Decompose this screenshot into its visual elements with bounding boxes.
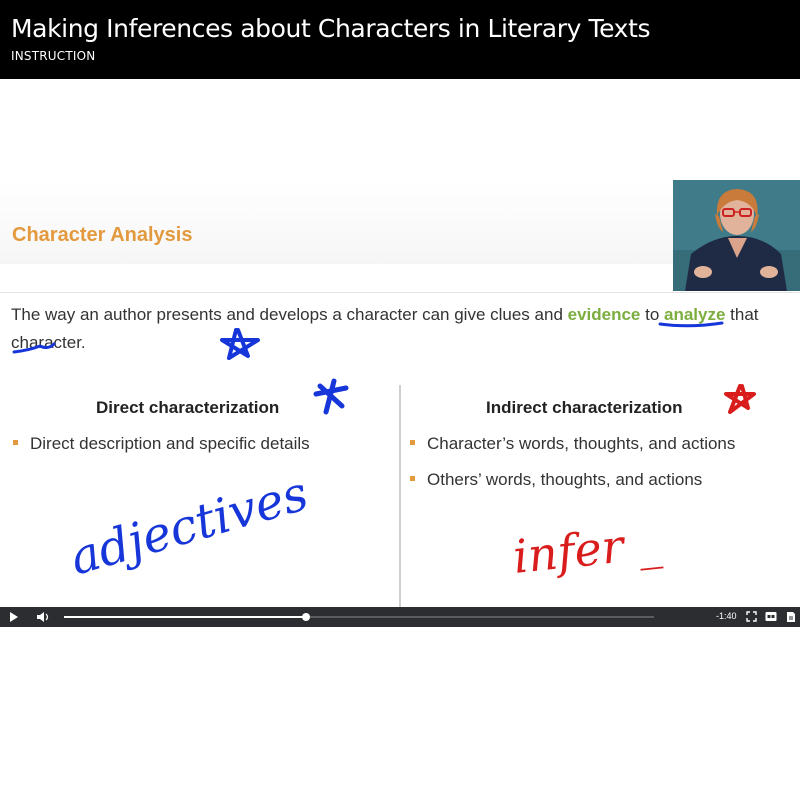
fullscreen-icon[interactable] [746,611,757,625]
transcript-icon[interactable] [786,611,796,626]
handwriting-annotations: adjectives infer _ [12,321,756,587]
lesson-title: Making Inferences about Characters in Li… [11,14,651,43]
star-annotation-left [313,378,349,415]
progress-scrubber-handle[interactable] [301,613,310,621]
progress-fill [64,616,306,618]
star-annotation-right [724,384,756,414]
video-controls-bar: -1:40 [0,607,800,627]
settings-icon[interactable] [765,611,777,625]
lesson-header: Making Inferences about Characters in Li… [0,0,800,79]
play-icon[interactable] [9,611,19,626]
star-annotation-top [220,328,260,360]
volume-icon[interactable] [36,611,50,626]
underline-analyze-mark [12,342,56,354]
video-player[interactable]: Character Analysis The way an author pre… [0,180,800,627]
time-remaining: -1:40 [716,611,737,621]
progress-track[interactable] [64,613,654,621]
underline-evidence-mark [658,321,724,328]
handwriting-infer: infer _ [511,515,664,584]
lesson-subtitle: INSTRUCTION [11,49,96,63]
handwriting-adjectives: adjectives [64,465,314,586]
